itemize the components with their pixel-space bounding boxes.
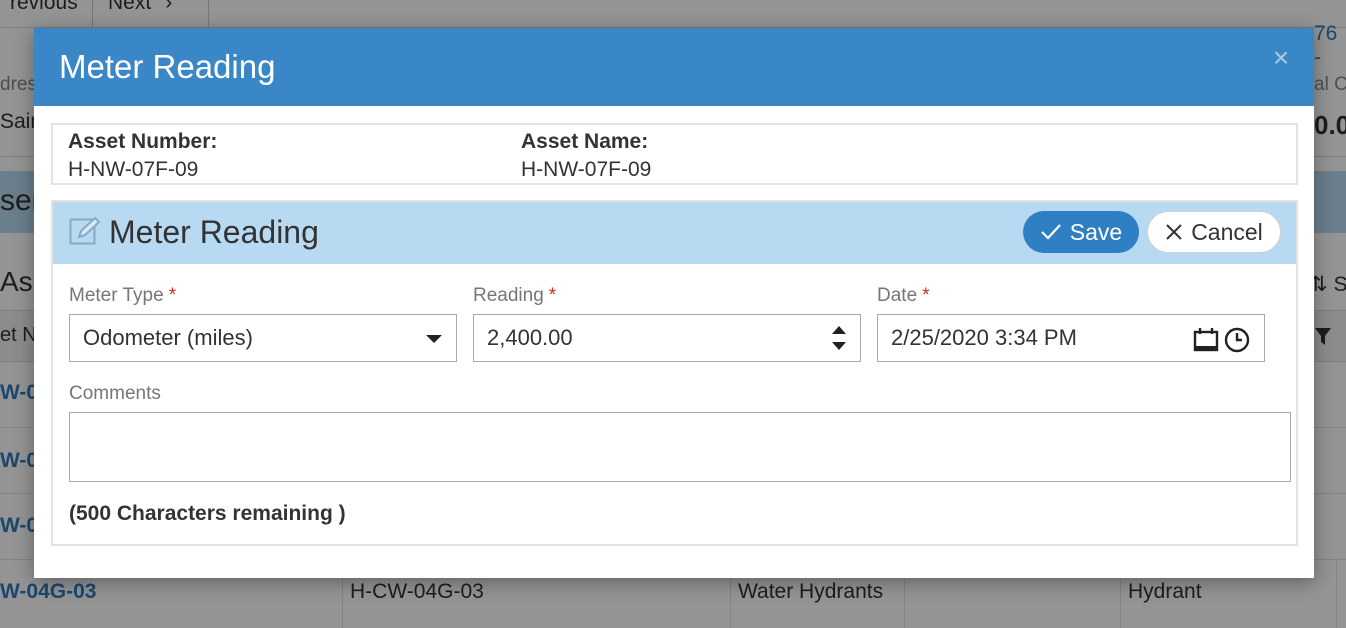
close-icon[interactable]: × — [1270, 44, 1292, 72]
asset-info: Asset Number: H-NW-07F-09 Asset Name: H-… — [51, 123, 1298, 185]
meter-type-label: Meter Type * — [69, 285, 176, 307]
reading-label-text: Reading — [473, 285, 544, 306]
characters-remaining: (500 Characters remaining ) — [69, 502, 346, 525]
asset-number-label: Asset Number: — [68, 130, 218, 153]
x-icon — [1166, 224, 1182, 240]
dropdown-arrow-icon[interactable] — [426, 335, 442, 343]
date-label-text: Date — [877, 285, 918, 306]
dialog-header: Meter Reading × — [34, 28, 1314, 106]
spinner-icon[interactable] — [830, 323, 848, 353]
save-label: Save — [1069, 218, 1123, 245]
cancel-button[interactable]: Cancel — [1147, 211, 1281, 253]
required-marker: * — [168, 285, 177, 306]
required-marker: * — [548, 285, 557, 306]
meter-type-value: Odometer (miles) — [83, 325, 253, 350]
date-time-input[interactable]: 2/25/2020 3:34 PM — [877, 314, 1265, 362]
meter-reading-dialog: Meter Reading × Asset Number: H-NW-07F-0… — [34, 28, 1314, 578]
date-label: Date * — [877, 285, 930, 307]
save-button[interactable]: Save — [1023, 211, 1139, 253]
edit-icon — [69, 216, 101, 245]
dialog-title: Meter Reading — [59, 48, 276, 85]
meter-type-label-text: Meter Type — [69, 285, 164, 306]
date-value: 2/25/2020 3:34 PM — [891, 325, 1077, 350]
reading-label: Reading * — [473, 285, 556, 307]
comments-textarea[interactable] — [69, 412, 1291, 482]
asset-name-value: H-NW-07F-09 — [521, 158, 652, 181]
reading-input[interactable]: 2,400.00 — [473, 314, 861, 362]
clock-icon[interactable] — [1224, 327, 1250, 353]
required-marker: * — [922, 285, 930, 306]
form-header: Meter Reading Save Cancel — [53, 202, 1296, 264]
meter-reading-form: Meter Reading Save Cancel Meter Type * Od… — [51, 200, 1298, 546]
calendar-icon[interactable] — [1192, 325, 1220, 353]
form-title: Meter Reading — [109, 214, 319, 250]
asset-name-label: Asset Name: — [521, 130, 649, 153]
asset-number-value: H-NW-07F-09 — [68, 158, 199, 181]
reading-value: 2,400.00 — [487, 325, 573, 350]
comments-label: Comments — [69, 383, 161, 404]
cancel-label: Cancel — [1191, 218, 1263, 245]
meter-type-select[interactable]: Odometer (miles) — [69, 314, 457, 362]
checkmark-icon — [1041, 224, 1061, 240]
